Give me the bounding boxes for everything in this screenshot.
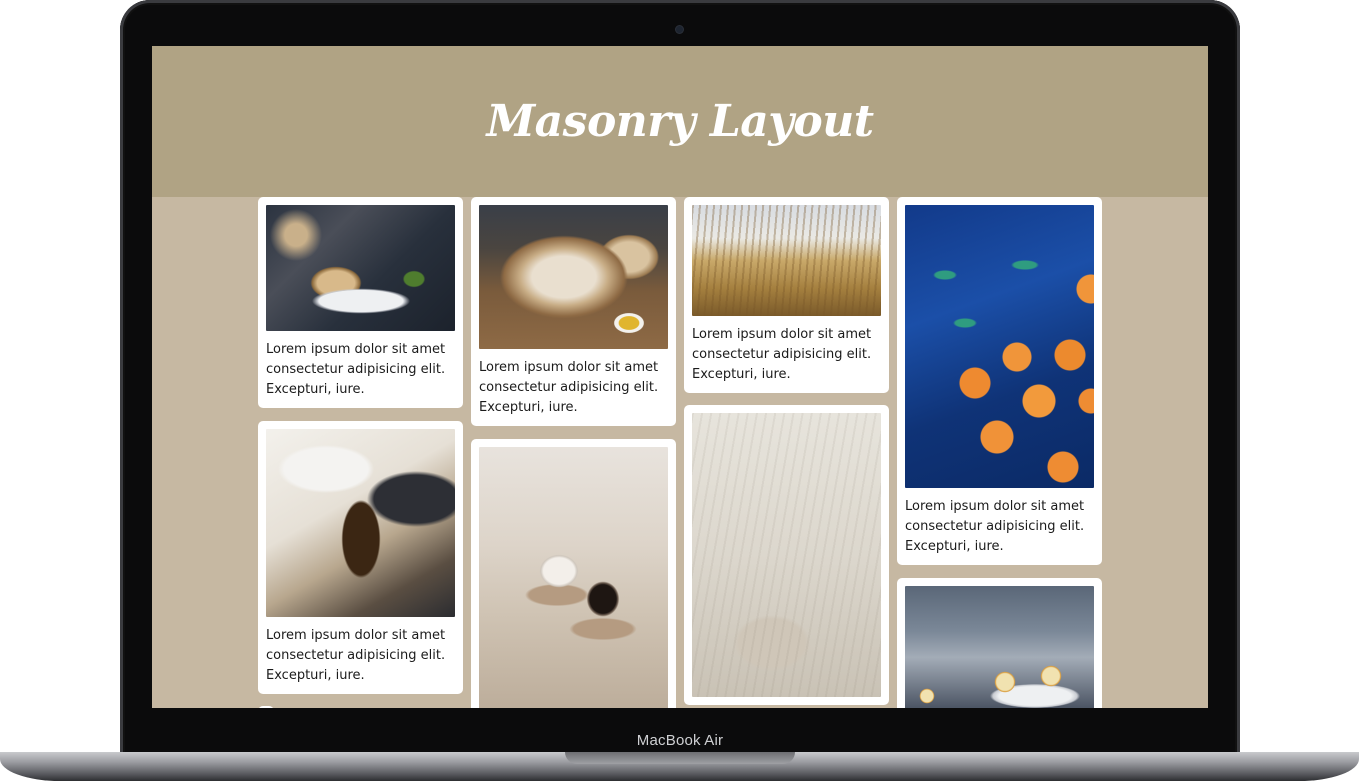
gallery-card[interactable] bbox=[258, 706, 274, 708]
page-header: Masonry Layout bbox=[152, 46, 1208, 197]
card-caption: Lorem ipsum dolor sit amet consectetur a… bbox=[479, 360, 659, 415]
gallery-card[interactable]: Lorem ipsum dolor sit amet consectetur a… bbox=[471, 197, 676, 426]
plant-shadow-photo bbox=[692, 413, 881, 697]
gallery-card[interactable]: Lorem ipsum dolor sit amet consectetur a… bbox=[897, 197, 1102, 565]
card-caption: Lorem ipsum dolor sit amet consectetur a… bbox=[905, 499, 1085, 554]
page-title: Masonry Layout bbox=[486, 96, 874, 147]
gallery-card[interactable] bbox=[684, 405, 889, 705]
camera-icon bbox=[676, 26, 683, 33]
card-caption: Lorem ipsum dolor sit amet consectetur a… bbox=[266, 342, 446, 397]
browser-viewport[interactable]: Masonry Layout Lorem ipsum dolor sit ame… bbox=[152, 46, 1208, 708]
cupcakes-photo bbox=[905, 586, 1094, 708]
card-caption: Lorem ipsum dolor sit amet consectetur a… bbox=[692, 327, 872, 382]
bottle-pouring-photo bbox=[266, 429, 455, 617]
oranges-blue-table-photo bbox=[905, 205, 1094, 488]
bread-olive-oil-photo bbox=[479, 205, 668, 349]
device-label: MacBook Air bbox=[636, 732, 724, 749]
sandwich-plate-photo bbox=[266, 205, 455, 331]
gallery-card[interactable] bbox=[471, 439, 676, 708]
wheat-field-photo bbox=[692, 205, 881, 316]
card-caption: Lorem ipsum dolor sit amet consectetur a… bbox=[266, 628, 446, 683]
coffee-cups-photo bbox=[479, 447, 668, 708]
gallery-card[interactable]: Lorem ipsum dolor sit amet consectetur a… bbox=[258, 197, 463, 408]
gallery-card[interactable]: Lorem ipsum dolor sit amet consectetur a… bbox=[258, 421, 463, 694]
gallery-card[interactable] bbox=[897, 578, 1102, 708]
gallery-card[interactable]: Lorem ipsum dolor sit amet consectetur a… bbox=[684, 197, 889, 393]
